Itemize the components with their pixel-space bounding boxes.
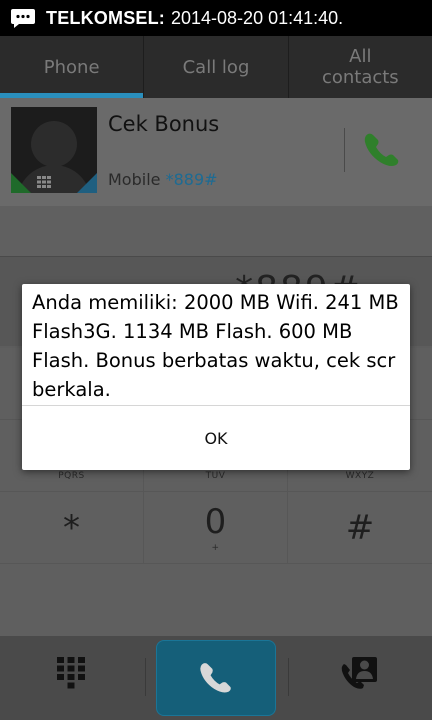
dialpad-key-star[interactable]: * xyxy=(0,492,144,564)
key-letters: TUV xyxy=(205,470,226,481)
tab-bar: Phone Call log All contacts xyxy=(0,36,432,98)
contact-number-value: *889# xyxy=(165,170,218,189)
tab-all-contacts-label: All contacts xyxy=(321,46,399,88)
notification-ticker: 2014-08-20 01:41:40. xyxy=(171,7,344,28)
tab-all-contacts[interactable]: All contacts xyxy=(289,36,432,98)
carrier-name: TELKOMSEL: xyxy=(46,7,165,28)
key-digit: * xyxy=(63,507,80,548)
key-letters: + xyxy=(211,542,220,553)
key-digit: # xyxy=(345,507,375,548)
key-letters: PQRS xyxy=(58,470,85,481)
action-separator xyxy=(145,658,146,696)
dialer-action-bar xyxy=(0,636,432,720)
call-button[interactable] xyxy=(156,640,276,716)
contact-card-icon[interactable] xyxy=(340,654,380,692)
spacer-band xyxy=(0,206,432,256)
contact-name: Cek Bonus xyxy=(108,112,220,136)
dialpad-grid-icon[interactable] xyxy=(56,656,86,690)
dialpad-key-0[interactable]: 0 + xyxy=(144,492,288,564)
action-separator xyxy=(288,658,289,696)
tab-phone[interactable]: Phone xyxy=(0,36,145,98)
avatar-corner-left xyxy=(11,173,31,193)
sms-notification-icon xyxy=(11,9,35,28)
avatar-corner-right xyxy=(77,173,97,193)
tab-call-log-label: Call log xyxy=(182,56,250,78)
ok-button-label: OK xyxy=(204,428,228,448)
contact-divider xyxy=(344,128,345,172)
avatar-head xyxy=(31,121,77,167)
key-digit: 0 xyxy=(204,501,227,542)
key-letters: WXYZ xyxy=(345,470,375,481)
contact-number-label: Mobile xyxy=(108,170,161,189)
contact-suggestion[interactable]: Cek Bonus Mobile *889# xyxy=(0,98,432,206)
ussd-result-dialog: Anda memiliki: 2000 MB Wifi. 241 MB Flas… xyxy=(22,284,410,470)
ok-button[interactable]: OK xyxy=(22,405,410,470)
dialog-message: Anda memiliki: 2000 MB Wifi. 241 MB Flas… xyxy=(32,291,399,401)
status-bar: TELKOMSEL: 2014-08-20 01:41:40. xyxy=(0,0,432,36)
dialpad-key-hash[interactable]: # xyxy=(288,492,432,564)
phone-handset-icon xyxy=(200,663,231,693)
tab-call-log[interactable]: Call log xyxy=(144,36,289,98)
avatar xyxy=(11,107,97,193)
quick-contact-grid-icon xyxy=(37,176,51,188)
phone-handset-icon[interactable] xyxy=(360,130,404,170)
tab-phone-label: Phone xyxy=(43,56,100,78)
contact-number: Mobile *889# xyxy=(108,170,218,189)
